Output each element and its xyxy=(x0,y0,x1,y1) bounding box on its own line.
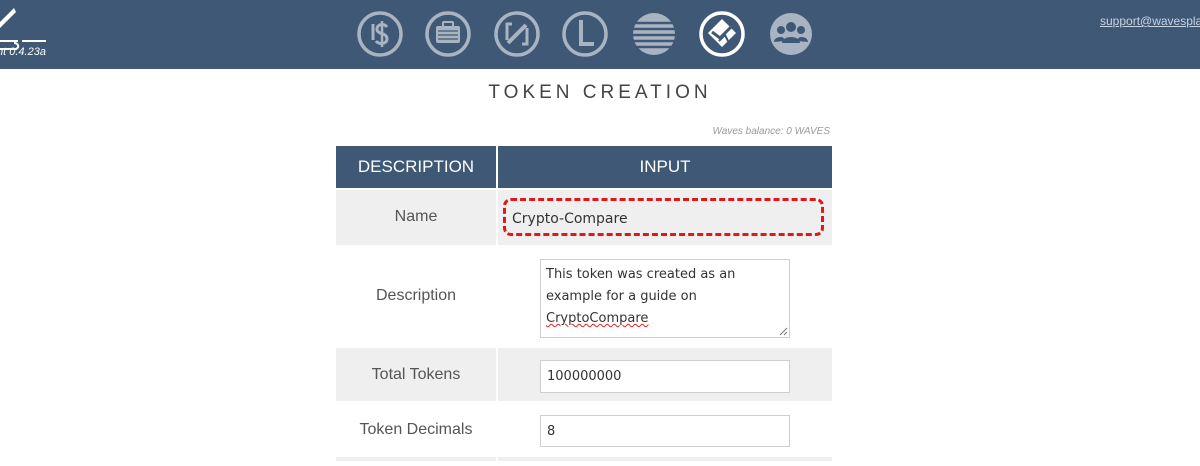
token-description-textarea[interactable]: This token was created as an example for… xyxy=(540,259,790,338)
lease-icon[interactable] xyxy=(493,10,541,58)
resize-handle-icon[interactable] xyxy=(778,326,788,336)
dollar-icon[interactable] xyxy=(356,10,404,58)
token-decimals-label: Token Decimals xyxy=(359,421,473,438)
wallet-icon[interactable] xyxy=(424,10,472,58)
history-icon[interactable] xyxy=(630,10,678,58)
total-tokens-input[interactable] xyxy=(540,360,790,393)
top-navigation-bar: nt 0.4.23a support@wavesplat xyxy=(0,0,1200,69)
page-title: TOKEN CREATION xyxy=(488,82,712,103)
description-line: example for a guide on xyxy=(546,289,697,304)
description-label: Description xyxy=(375,287,457,304)
column-header-description: DESCRIPTION xyxy=(336,146,496,188)
description-line: This token was created as an xyxy=(546,267,736,282)
token-decimals-input[interactable] xyxy=(540,415,790,447)
app-version: nt 0.4.23a xyxy=(0,46,46,58)
dex-icon[interactable] xyxy=(561,10,609,58)
column-divider xyxy=(496,146,498,466)
support-email-link[interactable]: support@wavesplat xyxy=(1100,14,1200,28)
description-line: CryptoCompare xyxy=(546,311,649,326)
token-creation-icon[interactable] xyxy=(698,10,746,58)
table-row xyxy=(336,457,832,461)
column-header-input: INPUT xyxy=(498,146,832,188)
token-name-input[interactable] xyxy=(512,209,812,229)
waves-balance: Waves balance: 0 WAVES xyxy=(712,126,830,137)
community-icon[interactable] xyxy=(767,10,815,58)
waves-logo-icon[interactable] xyxy=(0,0,60,69)
total-tokens-label: Total Tokens xyxy=(371,366,461,383)
name-label: Name xyxy=(394,208,438,225)
